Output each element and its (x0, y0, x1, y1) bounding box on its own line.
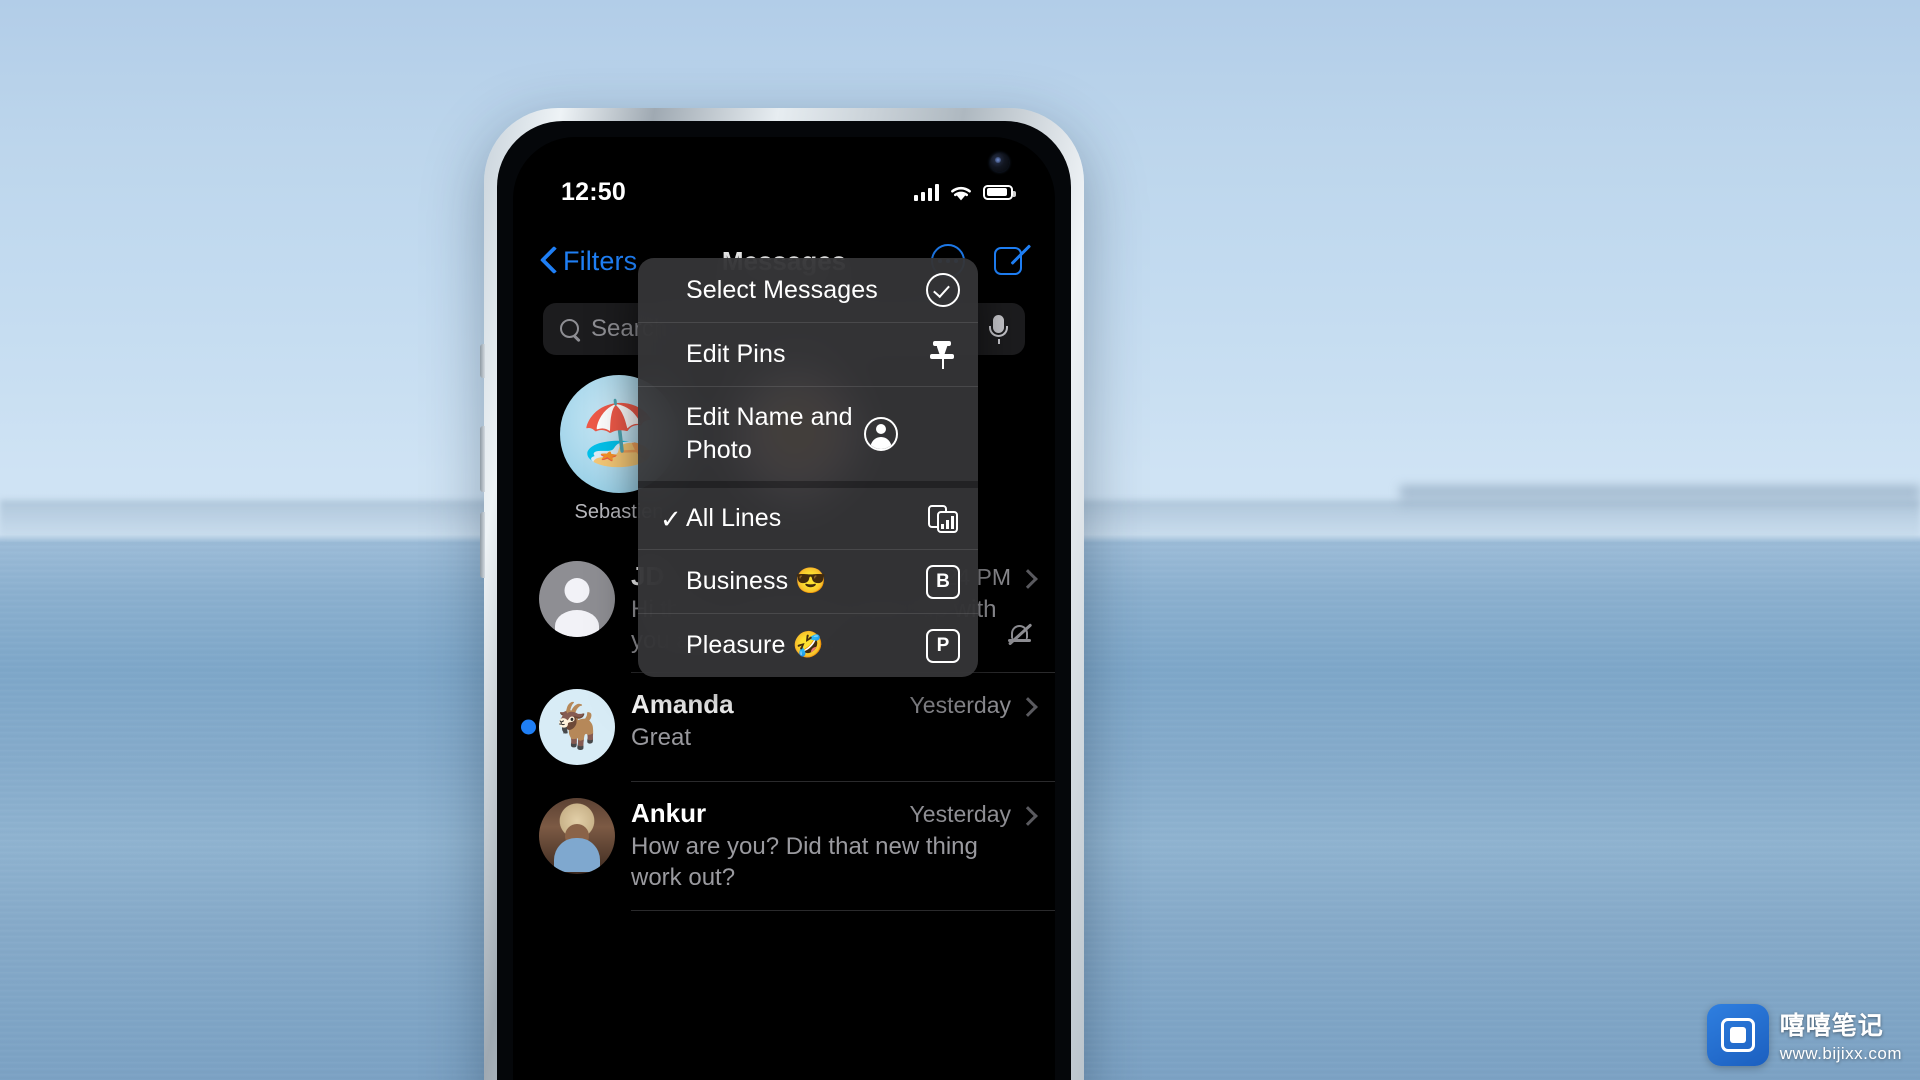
watermark-url: www.bijixx.com (1779, 1044, 1902, 1063)
menu-check-mark: ✓ (660, 503, 682, 534)
letter-p-icon: P (926, 628, 960, 663)
menu-item-edit-name-and-photo[interactable]: Edit Name and Photo (638, 386, 978, 481)
wifi-icon (951, 186, 971, 200)
chevron-right-icon (1021, 568, 1033, 588)
chevron-right-icon (1021, 805, 1033, 825)
conversation-body: Ankur Yesterday How are you? Did that ne… (631, 798, 1033, 893)
menu-item-label: Edit Name and Photo (686, 403, 853, 464)
conversation-name: Ankur (631, 798, 707, 829)
volume-up-button[interactable] (480, 426, 485, 492)
avatar (539, 561, 615, 637)
conversation-preview: Great (631, 724, 692, 752)
menu-item-label: All Lines (686, 504, 782, 532)
silent-switch[interactable] (480, 344, 485, 378)
menu-item-label: Select Messages (686, 275, 878, 304)
conversation-body: Amanda Yesterday Great (631, 689, 1033, 754)
conversation-preview: How are you? Did that new thing work out… (631, 833, 978, 892)
menu-item-edit-pins[interactable]: Edit Pins (638, 322, 978, 386)
chevron-right-icon (1021, 696, 1033, 716)
checkmark-circle-icon (926, 273, 960, 307)
menu-item-select-messages[interactable]: Select Messages (638, 258, 978, 322)
avatar: 🐐 (539, 689, 615, 766)
timestamp: Yesterday (909, 801, 1011, 828)
menu-item-label: Business 😎 (686, 567, 827, 595)
back-to-filters-button[interactable]: Filters (539, 245, 637, 277)
watermark: 嘻嘻笔记 www.bijixx.com (1706, 1004, 1902, 1066)
notebook-logo-icon (1706, 1004, 1769, 1066)
list-item[interactable]: 🐐 Amanda Yesterday Great (513, 673, 1055, 781)
cellular-signal-icon (913, 183, 939, 201)
mute-bell-icon (1007, 623, 1033, 647)
unread-indicator (521, 719, 536, 735)
menu-item-label: Pleasure 🤣 (686, 631, 824, 659)
timestamp: Yesterday (909, 692, 1011, 719)
letter-b-icon: B (926, 564, 960, 599)
volume-down-button[interactable] (480, 512, 485, 578)
menu-item-all-lines[interactable]: ✓ All Lines (638, 481, 978, 549)
conversation-meta: Yesterday (910, 692, 1033, 719)
filters-label: Filters (563, 245, 638, 276)
person-circle-icon (864, 417, 898, 451)
avatar (539, 798, 615, 875)
conversation-header: Ankur Yesterday (631, 798, 1033, 829)
battery-icon (983, 184, 1016, 200)
menu-item-pleasure[interactable]: Pleasure 🤣 P (638, 613, 978, 677)
menu-item-business[interactable]: Business 😎 B (638, 549, 978, 613)
watermark-title: 嘻嘻笔记 (1779, 1012, 1884, 1040)
menu-item-label: Edit Pins (686, 340, 786, 368)
pin-icon (926, 338, 960, 372)
compose-new-message-icon[interactable] (993, 243, 1032, 279)
conversation-header: Amanda Yesterday (631, 689, 1033, 720)
watermark-text: 嘻嘻笔记 www.bijixx.com (1780, 1006, 1902, 1064)
context-menu: Select Messages Edit Pins Edit Name and … (638, 258, 978, 677)
microphone-icon[interactable] (987, 314, 1009, 344)
cellular-lines-icon (926, 502, 960, 536)
distant-landmass (1400, 486, 1920, 510)
chevron-left-icon (539, 245, 559, 277)
status-clock: 12:50 (561, 177, 626, 206)
list-separator (631, 909, 1055, 911)
search-icon (559, 318, 581, 340)
front-camera (990, 153, 1009, 172)
dynamic-island (689, 147, 879, 181)
conversation-meta: Yesterday (910, 801, 1033, 828)
conversation-name: Amanda (631, 689, 734, 720)
status-icon-group (913, 183, 1016, 202)
list-item[interactable]: Ankur Yesterday How are you? Did that ne… (513, 782, 1055, 909)
